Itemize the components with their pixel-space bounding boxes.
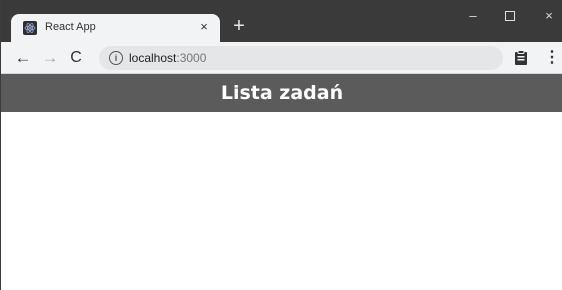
reload-button[interactable]: C (67, 49, 85, 67)
tab-react-app[interactable]: React App × (11, 14, 220, 42)
close-window-button[interactable]: × (537, 8, 561, 24)
maximize-icon (505, 11, 515, 21)
page-title: Lista zadań (220, 82, 344, 104)
tab-strip: React App × + – × (1, 0, 562, 42)
maximize-button[interactable] (498, 8, 522, 24)
react-favicon-icon (23, 21, 37, 35)
new-tab-button[interactable]: + (229, 16, 249, 36)
page-content (1, 112, 562, 290)
url-port: :3000 (176, 51, 207, 65)
app-header: Lista zadań (1, 74, 562, 112)
info-icon[interactable]: i (109, 51, 123, 65)
forward-button[interactable]: → (41, 49, 59, 67)
address-bar[interactable]: i localhost:3000 (99, 46, 503, 70)
kebab-menu-icon[interactable]: ⋮ (544, 50, 560, 66)
url-host: localhost (129, 51, 177, 65)
url-text: localhost:3000 (129, 51, 206, 65)
tab-title: React App (45, 21, 96, 33)
browser-toolbar: ← → C i localhost:3000 ⋮ (1, 42, 562, 74)
tab-close-icon[interactable]: × (196, 19, 212, 35)
clipboard-extension-icon[interactable] (514, 50, 528, 66)
browser-window: React App × + – × ← → C i localhost:3000… (0, 0, 562, 290)
back-button[interactable]: ← (14, 49, 32, 67)
minimize-button[interactable]: – (461, 8, 485, 24)
